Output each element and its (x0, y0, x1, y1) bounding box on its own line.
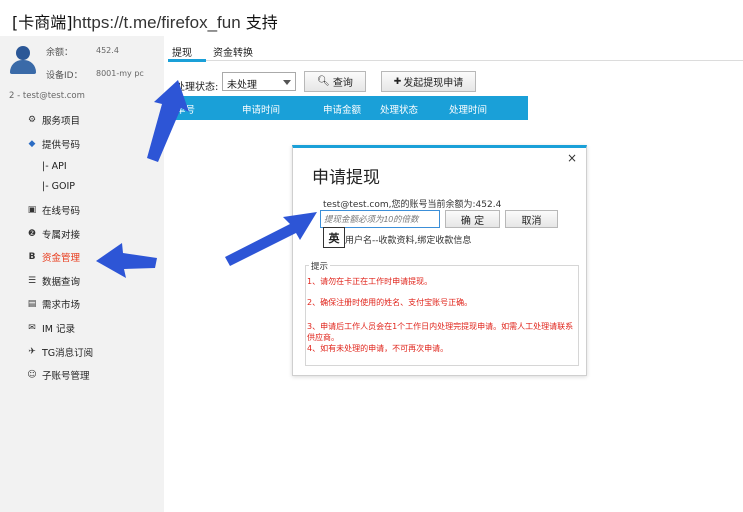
sidebar-item-subaccounts[interactable]: ☺ 子账号管理 (26, 367, 90, 383)
link-icon: ❷ (27, 229, 37, 239)
telegram-icon: ✈ (28, 347, 36, 357)
sidebar-item-label: 子账号管理 (42, 371, 90, 382)
sidebar-item-market[interactable]: ▤ 需求市场 (26, 296, 80, 312)
status-select-value: 未处理 (227, 80, 257, 91)
device-value: 8001-my pc (96, 69, 144, 78)
sidebar-item-label: 资金管理 (42, 253, 81, 264)
sidebar: 余额： 452.4 设备ID： 8001-my pc 2 - test@test… (0, 36, 164, 512)
sidebar-item-label: 专属对接 (42, 230, 81, 241)
bitcoin-icon: B (28, 252, 36, 262)
monitor-icon: ▣ (27, 205, 37, 215)
balance-value: 452.4 (96, 46, 119, 55)
device-label: 设备ID： (46, 71, 83, 81)
close-icon[interactable]: × (567, 151, 577, 165)
ime-indicator: 英 (323, 227, 345, 248)
title-suffix: 支持 (240, 13, 278, 32)
sidebar-item-label: TG消息订阅 (42, 348, 94, 359)
search-icon: 🔍︎ (317, 76, 330, 87)
cancel-button[interactable]: 取消 (505, 210, 558, 228)
sidebar-item-label: 在线号码 (42, 206, 81, 217)
title-link[interactable]: https://t.me/firefox_fun (73, 13, 241, 32)
sidebar-item-tg-subscribe[interactable]: ✈ TG消息订阅 (26, 344, 93, 360)
title-bracket: [卡商端] (12, 13, 73, 32)
sidebar-item-label: 提供号码 (42, 140, 81, 151)
sidebar-item-goip[interactable]: |- GOIP (42, 181, 75, 192)
sidebar-item-funds[interactable]: B 资金管理 (26, 249, 80, 265)
tip-4: 4、如有未处理的申请，不可再次申请。 (307, 344, 449, 353)
sidebar-item-online-numbers[interactable]: ▣ 在线号码 (26, 202, 80, 218)
confirm-button[interactable]: 确 定 (445, 210, 500, 228)
sidebar-item-services[interactable]: ⚙ 服务项目 (26, 112, 80, 128)
account-label: 2 - test@test.com (9, 91, 85, 101)
sidebar-item-api[interactable]: |- API (42, 161, 67, 172)
tab-divider (168, 60, 743, 61)
withdraw-dialog: 申请提现 × test@test.com,您的账号当前余额为:452.4 确 定… (292, 145, 587, 376)
sidebar-item-label: IM 记录 (42, 324, 76, 335)
sidebar-item-data-query[interactable]: ☰ 数据查询 (26, 273, 80, 289)
column-amount: 申请金额 (323, 105, 362, 116)
avatar (10, 46, 36, 74)
withdraw-amount-input[interactable] (320, 210, 440, 228)
column-status: 处理状态 (380, 105, 419, 116)
query-button-label: 查询 (332, 78, 353, 89)
tips-title: 提示 (309, 260, 331, 272)
sidebar-item-dedicated[interactable]: ❷ 专属对接 (26, 226, 80, 242)
diamond-icon: ◆ (28, 139, 36, 149)
add-icon: ✚ (393, 76, 402, 87)
sidebar-item-label: 数据查询 (42, 277, 81, 288)
sidebar-item-label: 服务项目 (42, 116, 81, 127)
tab-fund-transfer[interactable]: 资金转换 (213, 44, 253, 59)
tip-2: 2、确保注册时使用的姓名、支付宝账号正确。 (307, 298, 473, 307)
device-row: 设备ID： 8001-my pc (46, 68, 144, 81)
create-withdraw-button[interactable]: ✚ 发起提现申请 (381, 71, 476, 92)
create-withdraw-label: 发起提现申请 (403, 78, 464, 89)
tip-1: 1、请勿在卡正在工作时申请提现。 (307, 277, 433, 286)
balance-row: 余额： 452.4 (46, 45, 119, 58)
chevron-down-icon (283, 80, 291, 85)
column-order-id: 单号 (176, 105, 196, 116)
tip-3: 3、申请后工作人员会在1个工作日内处理完提现申请。如需人工处理请联系供应商。 (307, 322, 574, 342)
status-filter-label: 处理状态: (175, 82, 219, 93)
sidebar-item-label: 需求市场 (42, 300, 81, 311)
column-process-time: 处理时间 (449, 105, 488, 116)
dialog-title: 申请提现 (312, 168, 380, 188)
balance-label: 余额： (46, 48, 74, 58)
users-icon: ☺ (27, 370, 37, 380)
page: [卡商端]https://t.me/firefox_fun 支持 余额： 452… (0, 0, 743, 512)
column-apply-time: 申请时间 (242, 105, 281, 116)
page-title: [卡商端]https://t.me/firefox_fun 支持 (12, 9, 278, 33)
query-button[interactable]: 🔍︎ 查询 (304, 71, 366, 92)
list-icon: ☰ (27, 276, 37, 286)
sidebar-item-im-records[interactable]: ✉ IM 记录 (26, 320, 75, 336)
table-header: 单号 申请时间 申请金额 处理状态 处理时间 (168, 96, 528, 120)
tab-withdraw[interactable]: 提现 (172, 44, 192, 59)
document-icon: ▤ (27, 299, 37, 309)
bind-payment-link[interactable]: 用户名--收款资料,绑定收款信息 (345, 233, 471, 246)
sidebar-item-provide-numbers[interactable]: ◆ 提供号码 (26, 136, 80, 152)
status-select[interactable]: 未处理 (222, 72, 296, 91)
tab-active-indicator (168, 59, 206, 62)
service-icon: ⚙ (27, 115, 37, 125)
mail-icon: ✉ (28, 323, 36, 333)
dialog-balance-text: test@test.com,您的账号当前余额为:452.4 (323, 200, 502, 210)
